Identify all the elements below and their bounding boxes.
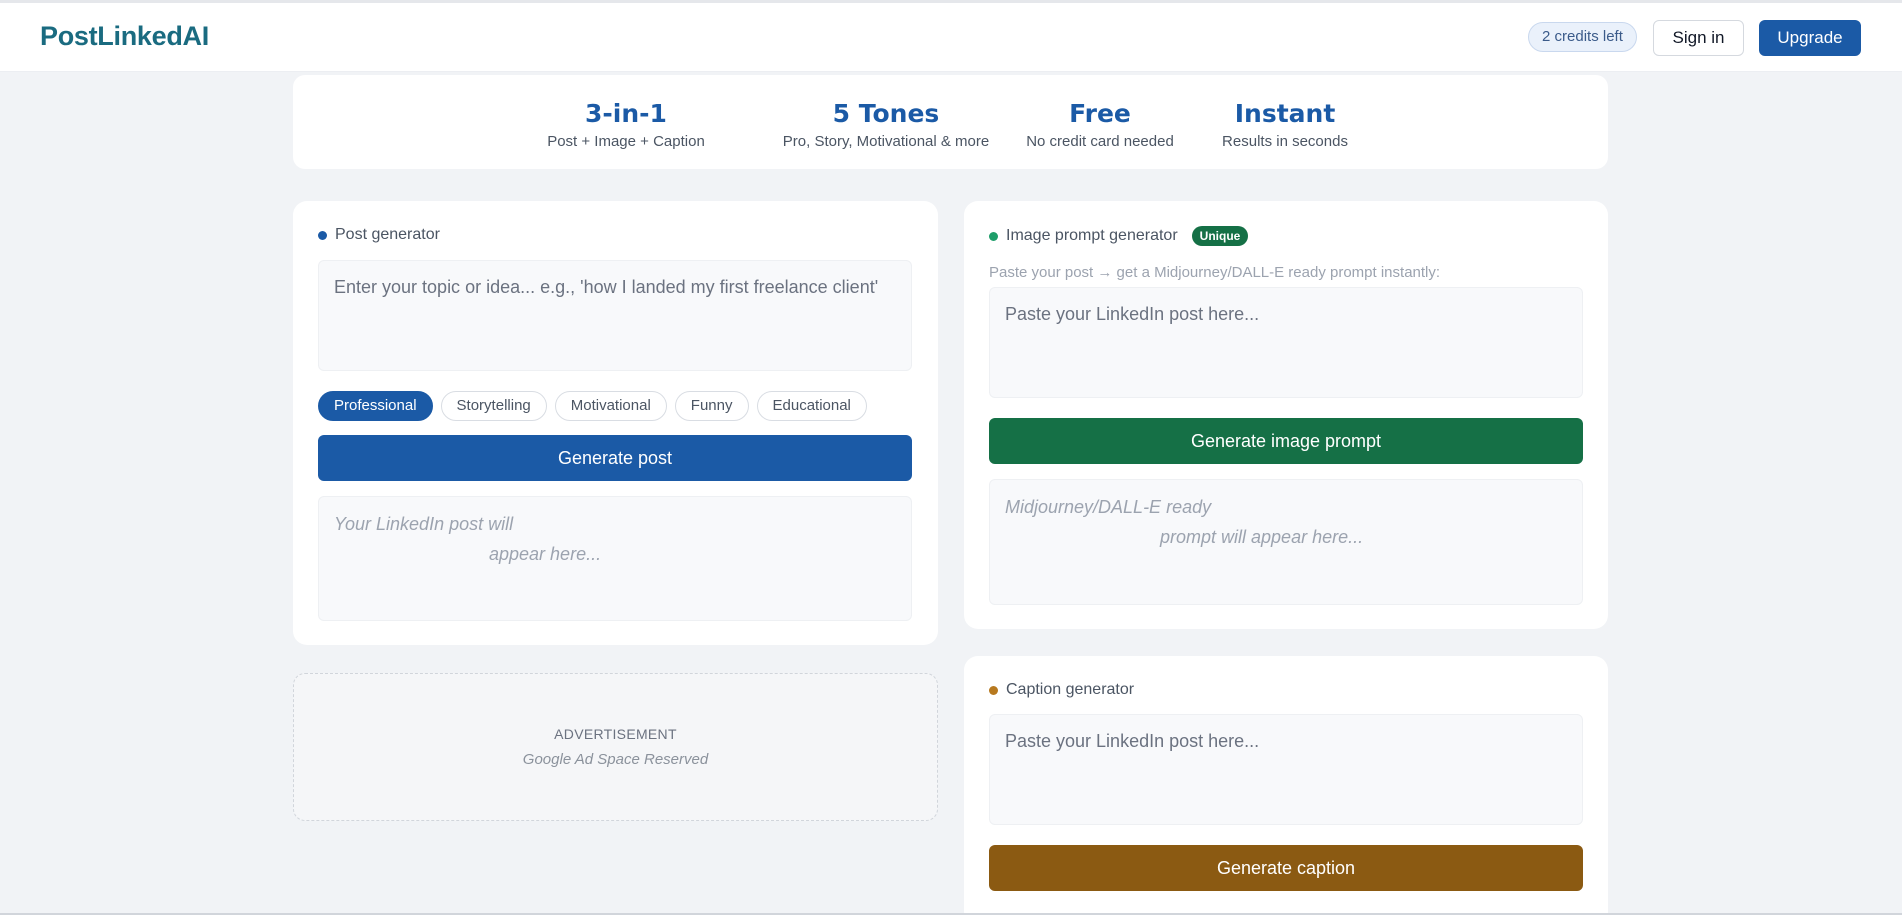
image-prompt-result-area: Midjourney/DALL-E ready prompt will appe… [989, 479, 1583, 605]
stat-value: 5 Tones [832, 99, 940, 128]
blue-dot-icon [318, 230, 327, 240]
post-result-area: Your LinkedIn post will appear here... [318, 496, 912, 621]
post-generator-title: Post generator [318, 226, 440, 244]
tone-professional[interactable]: Professional [318, 391, 433, 421]
green-dot-icon [989, 231, 998, 241]
stat-value: 3-in-1 [585, 99, 667, 128]
card-title-text: Post generator [335, 226, 440, 243]
generate-post-button[interactable]: Generate post [318, 435, 912, 481]
stat-caption: Results in seconds [1222, 133, 1348, 150]
stat-caption: Post + Image + Caption [547, 133, 705, 150]
unique-badge: Unique [1191, 226, 1249, 246]
post-generator-card: Post generator Enter your topic or idea.… [293, 201, 938, 645]
tone-storytelling[interactable]: Storytelling [440, 391, 547, 421]
orange-dot-icon [989, 685, 998, 695]
topic-input[interactable]: Enter your topic or idea... e.g., 'how I… [318, 260, 912, 371]
app-header: PostLinkedAI 2 credits left Sign in Upgr… [0, 3, 1902, 72]
stats-banner: 3-in-1 Post + Image + Caption 5 Tones Pr… [293, 75, 1608, 169]
image-prompt-hint: Paste your post → get a Midjourney/DALL-… [989, 264, 1441, 281]
stat-value: Free [1069, 99, 1131, 128]
tone-selector: Professional Storytelling Motivational F… [318, 391, 867, 421]
result-line: prompt will appear here... [1160, 527, 1364, 547]
stat-tones: 5 Tones Pro, Story, Motivational & more [761, 99, 1011, 150]
credits-badge: 2 credits left [1528, 22, 1637, 52]
ad-placeholder-text: Google Ad Space Reserved [522, 751, 709, 768]
stat-instant: Instant Results in seconds [1200, 99, 1370, 150]
tone-motivational[interactable]: Motivational [554, 391, 667, 421]
generate-image-prompt-button[interactable]: Generate image prompt [989, 418, 1583, 464]
upgrade-button[interactable]: Upgrade [1759, 20, 1861, 56]
result-line: Midjourney/DALL-E ready [1005, 497, 1212, 517]
stat-free: Free No credit card needed [1015, 99, 1185, 150]
logo[interactable]: PostLinkedAI [40, 21, 209, 52]
caption-post-input[interactable]: Paste your LinkedIn post here... [989, 714, 1583, 825]
generate-caption-button[interactable]: Generate caption [989, 845, 1583, 891]
ad-label: ADVERTISEMENT [554, 726, 677, 742]
image-prompt-title: Image prompt generator Unique [989, 226, 1249, 246]
image-prompt-card: Image prompt generator Unique Paste your… [964, 201, 1608, 629]
tone-educational[interactable]: Educational [756, 391, 867, 421]
caption-generator-card: Caption generator Paste your LinkedIn po… [964, 656, 1608, 915]
stat-caption: No credit card needed [1026, 133, 1174, 150]
stat-caption: Pro, Story, Motivational & more [782, 133, 990, 150]
tone-funny[interactable]: Funny [674, 391, 749, 421]
sign-in-button[interactable]: Sign in [1653, 20, 1744, 56]
stat-3-in-1: 3-in-1 Post + Image + Caption [536, 99, 716, 150]
card-title-text: Image prompt generator [1006, 227, 1178, 244]
image-post-input[interactable]: Paste your LinkedIn post here... [989, 287, 1583, 398]
result-line: appear here... [489, 544, 602, 564]
card-title-text: Caption generator [1006, 681, 1135, 698]
stat-value: Instant [1234, 99, 1336, 128]
caption-generator-title: Caption generator [989, 681, 1134, 699]
advertisement-slot: ADVERTISEMENT Google Ad Space Reserved [293, 673, 938, 821]
result-line: Your LinkedIn post will [334, 514, 514, 534]
